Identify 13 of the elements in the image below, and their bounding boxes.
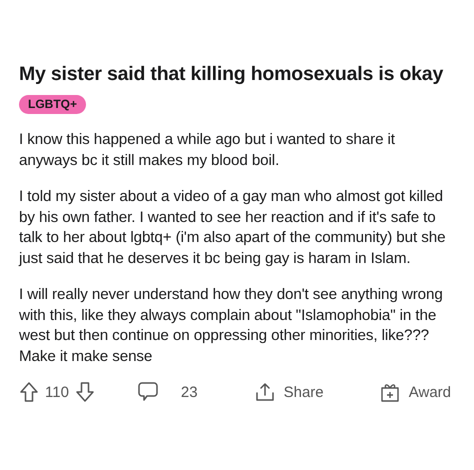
comment-icon (136, 381, 159, 403)
share-button[interactable]: Share (254, 381, 324, 403)
upvote-icon[interactable] (19, 381, 39, 403)
post-paragraph: I will really never understand how they don't see anything wrong with this, like they always complain about "Islamophobia" in the west but then continue on oppressing other minorities, like??? Make it make sense (19, 285, 444, 366)
post-paragraph: I know this happened a while ago but i wanted to share it anyways bc it still makes my blood boil. (19, 130, 396, 170)
vote-count: 110 (45, 384, 69, 400)
comments-button[interactable]: 23 (136, 381, 198, 403)
downvote-icon[interactable] (74, 381, 95, 403)
flair-tag[interactable]: LGBTQ+ (19, 95, 86, 114)
post-title: My sister said that killing homosexuals is okay (19, 62, 444, 87)
post-paragraph: I told my sister about a video of a gay man who almost got killed by his own father. I wanted to see her reaction and if it's safe to talk to her about lgbtq+ (i'm also apart of the community) but she just said that he deserves it bc being gay is haram in Islam. (19, 187, 446, 268)
award-button[interactable]: Award (378, 381, 451, 403)
share-icon (254, 381, 276, 403)
